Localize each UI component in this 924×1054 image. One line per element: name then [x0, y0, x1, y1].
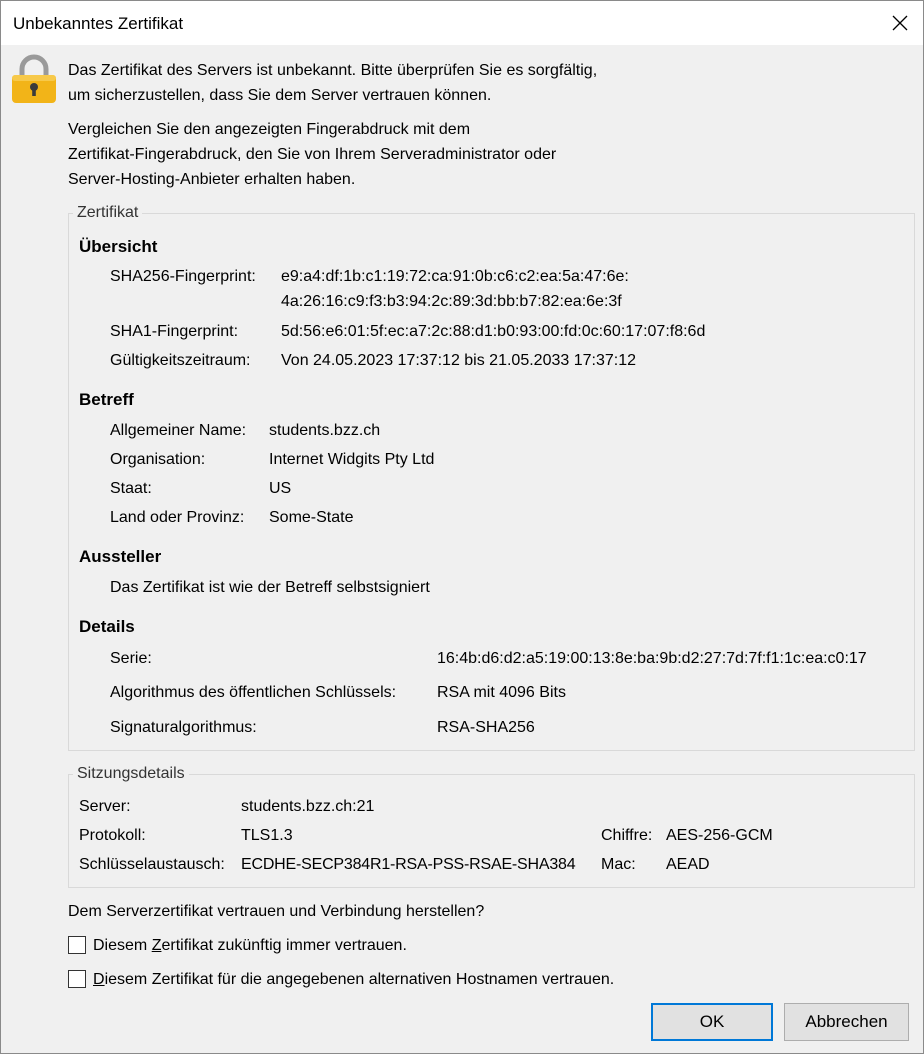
session-legend: Sitzungsdetails	[73, 765, 189, 783]
cipher-label: Chiffre:	[601, 827, 653, 844]
always-trust-label[interactable]: Diesem Zertifikat zukünftig immer vertra…	[93, 937, 407, 955]
intro-paragraph-1: Das Zertifikat des Servers ist unbekannt…	[68, 58, 597, 108]
protocol-value: TLS1.3	[241, 827, 293, 844]
key-exchange-label: Schlüsselaustausch:	[79, 856, 225, 873]
state-value: Some-State	[269, 509, 354, 526]
title-bar: Unbekanntes Zertifikat	[1, 1, 923, 45]
pubkey-value: RSA mit 4096 Bits	[437, 684, 566, 701]
intro-line: um sicherzustellen, dass Sie dem Server …	[68, 87, 492, 104]
organisation-value: Internet Widgits Pty Ltd	[269, 451, 435, 468]
trust-question: Dem Serverzertifikat vertrauen und Verbi…	[68, 903, 485, 920]
window-title: Unbekanntes Zertifikat	[13, 14, 184, 33]
issuer-text: Das Zertifikat ist wie der Betreff selbs…	[110, 579, 430, 596]
cipher-value: AES-256-GCM	[666, 827, 773, 844]
validity-value: Von 24.05.2023 17:37:12 bis 21.05.2033 1…	[281, 352, 636, 369]
validity-label: Gültigkeitszeitraum:	[110, 352, 251, 369]
server-label: Server:	[79, 798, 131, 815]
mac-label: Mac:	[601, 856, 636, 873]
intro-line: Zertifikat-Fingerabdruck, den Sie von Ih…	[68, 146, 557, 163]
trust-alt-hostnames-label[interactable]: Diesem Zertifikat für die angegebenen al…	[93, 971, 614, 989]
close-button[interactable]	[877, 1, 923, 45]
sha256-value-line1: e9:a4:df:1b:c1:19:72:ca:91:0b:c6:c2:ea:5…	[281, 268, 629, 285]
cancel-button[interactable]: Abbrechen	[784, 1003, 909, 1041]
key-exchange-value: ECDHE-SECP384R1-RSA-PSS-RSAE-SHA384	[241, 856, 576, 873]
issuer-heading: Aussteller	[79, 547, 162, 566]
intro-paragraph-2: Vergleichen Sie den angezeigten Fingerab…	[68, 117, 556, 192]
ok-button[interactable]: OK	[651, 1003, 773, 1041]
sha256-value-line2: 4a:26:16:c9:f3:b3:94:2c:89:3d:bb:b7:82:e…	[281, 293, 622, 310]
mac-value: AEAD	[666, 856, 710, 873]
subject-heading: Betreff	[79, 390, 134, 409]
sha1-value: 5d:56:e6:01:5f:ec:a7:2c:88:d1:b0:93:00:f…	[281, 323, 706, 340]
close-icon	[892, 15, 908, 31]
server-value: students.bzz.ch:21	[241, 798, 375, 815]
intro-line: Vergleichen Sie den angezeigten Fingerab…	[68, 121, 471, 138]
details-heading: Details	[79, 617, 135, 636]
common-name-label: Allgemeiner Name:	[110, 422, 247, 439]
serial-value: 16:4b:d6:d2:a5:19:00:13:8e:ba:9b:d2:27:7…	[437, 650, 867, 667]
certificate-dialog: Unbekanntes Zertifikat Das Zertifikat de…	[0, 0, 924, 1054]
trust-alt-hostnames-checkbox[interactable]	[68, 970, 86, 988]
intro-line: Das Zertifikat des Servers ist unbekannt…	[68, 62, 598, 79]
always-trust-checkbox[interactable]	[68, 936, 86, 954]
common-name-value: students.bzz.ch	[269, 422, 381, 439]
state-label: Land oder Provinz:	[110, 509, 245, 526]
country-label: Staat:	[110, 480, 152, 497]
serial-label: Serie:	[110, 650, 152, 667]
signature-value: RSA-SHA256	[437, 719, 535, 736]
intro-line: Server-Hosting-Anbieter erhalten haben.	[68, 171, 356, 188]
sha256-label: SHA256-Fingerprint:	[110, 268, 256, 285]
signature-label: Signaturalgorithmus:	[110, 719, 257, 736]
lock-icon	[12, 54, 56, 103]
protocol-label: Protokoll:	[79, 827, 146, 844]
overview-heading: Übersicht	[79, 237, 158, 256]
country-value: US	[269, 480, 292, 497]
organisation-label: Organisation:	[110, 451, 206, 468]
pubkey-label: Algorithmus des öffentlichen Schlüssels:	[110, 684, 397, 701]
sha1-label: SHA1-Fingerprint:	[110, 323, 239, 340]
certificate-legend: Zertifikat	[73, 204, 143, 222]
